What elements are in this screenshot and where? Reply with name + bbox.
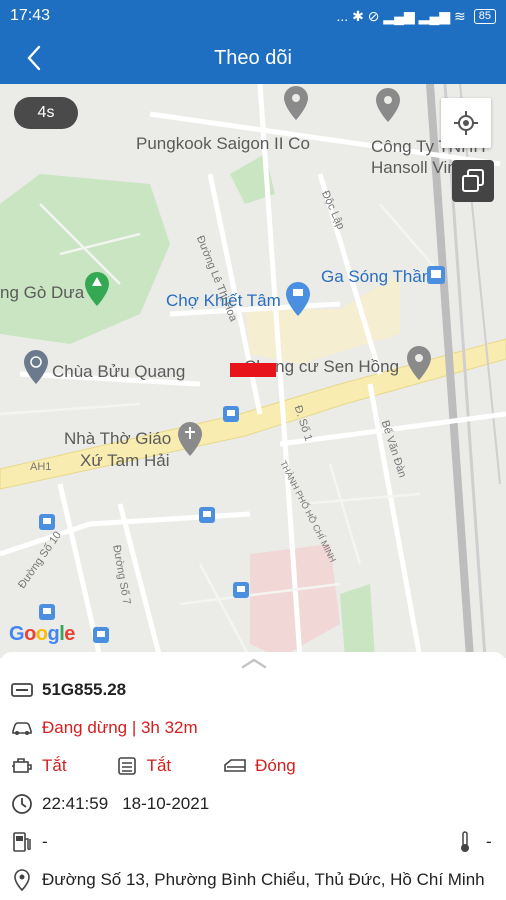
battery-icon: 85 — [473, 8, 496, 24]
engine-status: Tắt — [10, 754, 67, 778]
system-icons: ... ✱ ⊘ ▂▄▆ ▂▄▆ ≋ — [336, 7, 466, 24]
status-bar: 17:43 ... ✱ ⊘ ▂▄▆ ▂▄▆ ≋ 85 — [0, 0, 506, 32]
fuel-pump-icon — [10, 830, 34, 854]
bus-stop-icon — [233, 582, 249, 598]
plate-number: 51G855.28 — [42, 680, 127, 699]
vehicle-address: Đường Số 13, Phường Bình Chiểu, Thủ Đức,… — [42, 870, 485, 889]
app-bar: Theo dõi — [0, 32, 506, 84]
park-icon — [85, 272, 109, 306]
car-icon — [10, 716, 34, 740]
place-pin-icon — [376, 88, 400, 122]
engine-value: Tắt — [42, 756, 67, 775]
train-station-icon — [427, 266, 445, 284]
bus-stop-icon — [39, 604, 55, 620]
temperature-row: - — [458, 830, 492, 854]
temple-icon — [24, 350, 48, 384]
time-row: 22:41:59 18-10-2021 — [10, 792, 209, 816]
google-logo: Google — [9, 623, 75, 645]
temperature-value: - — [486, 832, 492, 851]
door-value: Đóng — [255, 756, 296, 775]
status-icons: ... ✱ ⊘ ▂▄▆ ▂▄▆ ≋ 85 — [337, 8, 496, 25]
vehicle-marker[interactable] — [230, 363, 276, 377]
vehicle-info-panel: 51G855.28 Đang dừng | 3h 32m Tắt Tắt Đón… — [0, 652, 506, 900]
chevron-up-icon[interactable] — [241, 656, 267, 670]
vehicle-status: Đang dừng | 3h 32m — [42, 718, 198, 737]
bus-stop-icon — [93, 627, 109, 643]
clock-icon — [10, 792, 34, 816]
fuel-value: - — [42, 832, 48, 851]
place-pin-icon — [407, 346, 431, 380]
update-date: 18-10-2021 — [122, 794, 210, 813]
my-location-button[interactable] — [441, 98, 491, 148]
chevron-left-icon — [27, 45, 41, 71]
back-button[interactable] — [14, 40, 54, 76]
update-time: 22:41:59 — [42, 794, 109, 813]
status-row: Đang dừng | 3h 32m — [10, 716, 198, 740]
license-plate-icon — [10, 678, 34, 702]
crosshair-icon — [454, 111, 478, 135]
status-time: 17:43 — [10, 7, 51, 24]
layers-icon — [462, 169, 484, 192]
car-door-icon — [223, 754, 247, 778]
place-pin-icon — [284, 86, 308, 120]
engine-icon — [10, 754, 34, 778]
bus-stop-icon — [223, 406, 239, 422]
map-layers-button[interactable] — [452, 160, 494, 202]
refresh-timer: 4s — [14, 97, 78, 129]
fuel-row: - — [10, 830, 48, 854]
map-view[interactable]: Pungkook Saigon II Co Công Ty TNHH Hanso… — [0, 84, 506, 658]
address-row: Đường Số 13, Phường Bình Chiểu, Thủ Đức,… — [10, 868, 485, 892]
ac-value: Tắt — [146, 756, 172, 775]
bus-stop-icon — [39, 514, 55, 530]
thermometer-icon — [458, 830, 472, 854]
page-title: Theo dõi — [214, 46, 292, 69]
ac-status: Tắt — [115, 754, 172, 778]
church-icon — [178, 422, 202, 456]
sensors-row: Tắt Tắt Đóng — [10, 754, 296, 778]
air-conditioner-icon — [115, 754, 139, 778]
location-pin-icon — [10, 868, 34, 892]
plate-row: 51G855.28 — [10, 678, 126, 702]
bus-stop-icon — [199, 507, 215, 523]
shopping-icon — [286, 282, 310, 316]
door-status: Đóng — [223, 754, 296, 778]
